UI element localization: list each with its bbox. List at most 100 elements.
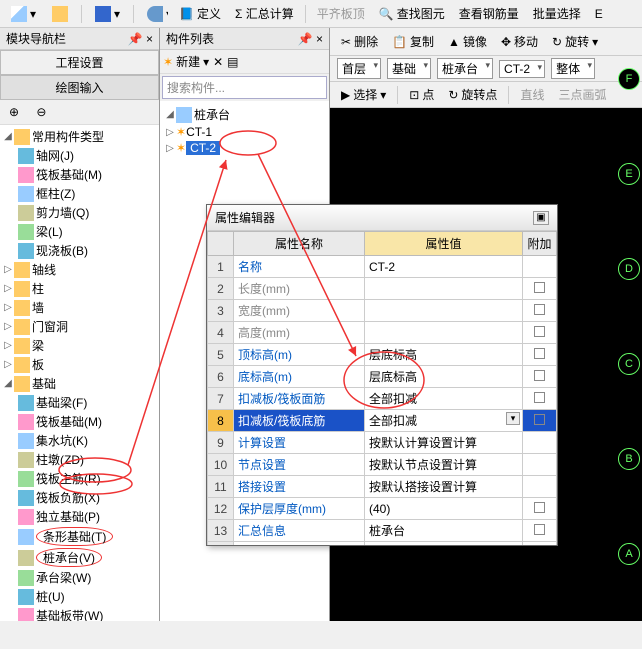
tree-item[interactable]: 基础板带(W): [36, 607, 103, 621]
property-row[interactable]: 6底标高(m)层底标高: [208, 366, 557, 388]
property-value[interactable]: [364, 278, 522, 300]
property-add[interactable]: [523, 300, 557, 322]
mirror-button[interactable]: ▲镜像: [441, 30, 494, 53]
find-element-button[interactable]: 🔍查找图元: [372, 2, 452, 25]
property-add[interactable]: [523, 388, 557, 410]
nav-tool-1[interactable]: ⊕: [2, 102, 26, 122]
line-button[interactable]: 直线: [513, 83, 551, 106]
tree-group[interactable]: 墙: [32, 299, 44, 316]
property-row[interactable]: 4高度(mm): [208, 322, 557, 344]
save-button[interactable]: ▾: [88, 3, 127, 25]
list-more-button[interactable]: ▤: [227, 55, 238, 69]
property-add[interactable]: [523, 344, 557, 366]
property-row[interactable]: 1名称CT-2: [208, 256, 557, 278]
property-value[interactable]: 全部扣减: [364, 388, 522, 410]
expand-icon[interactable]: ▷: [2, 302, 14, 313]
copy-button[interactable]: 📋复制: [385, 30, 441, 53]
pin-icon[interactable]: 📌 ×: [298, 32, 323, 46]
tree-item[interactable]: 筏板主筋(R): [36, 470, 101, 487]
component-combo[interactable]: CT-2: [499, 60, 545, 78]
checkbox[interactable]: [534, 282, 545, 293]
property-row[interactable]: 9计算设置按默认计算设置计算: [208, 432, 557, 454]
property-add[interactable]: [523, 454, 557, 476]
property-row[interactable]: 12保护层厚度(mm)(40): [208, 498, 557, 520]
point-button[interactable]: ⊡点: [402, 83, 441, 106]
rotate-button[interactable]: ↻旋转 ▾: [545, 30, 605, 53]
property-value[interactable]: 层底标高: [364, 366, 522, 388]
property-row[interactable]: 3宽度(mm): [208, 300, 557, 322]
dialog-titlebar[interactable]: 属性编辑器 ▣: [207, 205, 557, 231]
delete-button[interactable]: ✂删除: [334, 30, 385, 53]
checkbox[interactable]: [534, 348, 545, 359]
property-value[interactable]: 层底标高: [364, 344, 522, 366]
checkbox[interactable]: [534, 414, 545, 425]
property-value[interactable]: 按默认计算设置计算: [364, 432, 522, 454]
tree-group[interactable]: 板: [32, 356, 44, 373]
tab-draw-input[interactable]: 绘图输入: [0, 75, 159, 100]
tree-group[interactable]: 轴线: [32, 261, 56, 278]
move-button[interactable]: ✥移动: [494, 30, 545, 53]
property-add[interactable]: [523, 476, 557, 498]
property-row[interactable]: 5顶标高(m)层底标高: [208, 344, 557, 366]
property-value[interactable]: 按默认节点设置计算: [364, 454, 522, 476]
expand-icon[interactable]: ▷: [2, 359, 14, 370]
category-combo[interactable]: 基础: [387, 58, 431, 79]
view-rebar-button[interactable]: 查看钢筋量: [452, 2, 526, 25]
checkbox[interactable]: [534, 370, 545, 381]
list-item[interactable]: CT-1: [186, 125, 212, 139]
lid-button[interactable]: E: [588, 4, 610, 24]
tree-item[interactable]: 柱墩(ZD): [36, 451, 84, 468]
tree-group[interactable]: 门窗洞: [32, 318, 68, 335]
property-value[interactable]: [364, 322, 522, 344]
property-value[interactable]: [364, 300, 522, 322]
tree-item[interactable]: 筏板负筋(X): [36, 489, 100, 506]
property-row[interactable]: 10节点设置按默认节点设置计算: [208, 454, 557, 476]
list-root[interactable]: 桩承台: [194, 106, 230, 123]
property-row[interactable]: 13汇总信息桩承台: [208, 520, 557, 542]
arc-button[interactable]: 三点画弧: [551, 83, 613, 106]
tree-item[interactable]: 筏板基础(M): [36, 413, 102, 430]
property-value[interactable]: 桩承台: [364, 520, 522, 542]
tree-item[interactable]: 承台梁(W): [36, 569, 91, 586]
collapse-icon[interactable]: ◢: [2, 378, 14, 389]
select-button[interactable]: ▶选择 ▾: [334, 83, 393, 106]
expand-icon[interactable]: ▷: [2, 340, 14, 351]
property-row[interactable]: 11搭接设置按默认搭接设置计算: [208, 476, 557, 498]
collapse-icon[interactable]: ◢: [2, 131, 14, 142]
tree-item[interactable]: 独立基础(P): [36, 508, 100, 525]
tree-group[interactable]: 梁: [32, 337, 44, 354]
checkbox[interactable]: [534, 524, 545, 535]
tree-item[interactable]: 剪力墙(Q): [36, 204, 89, 221]
property-add[interactable]: [523, 366, 557, 388]
type-combo[interactable]: 桩承台: [437, 58, 493, 79]
checkbox[interactable]: [534, 392, 545, 403]
dialog-close-button[interactable]: ▣: [533, 211, 549, 225]
tree-item[interactable]: 框柱(Z): [36, 185, 75, 202]
tree-root[interactable]: 常用构件类型: [32, 128, 104, 145]
new-file-button[interactable]: ▾: [4, 3, 43, 25]
property-value[interactable]: CT-2: [364, 256, 522, 278]
tab-project-settings[interactable]: 工程设置: [0, 50, 159, 75]
view-combo[interactable]: 整体: [551, 58, 595, 79]
property-add[interactable]: [523, 278, 557, 300]
checkbox[interactable]: [534, 326, 545, 337]
property-row[interactable]: 8扣减板/筏板底筋全部扣减: [208, 410, 557, 432]
tree-group[interactable]: 柱: [32, 280, 44, 297]
property-row[interactable]: 2长度(mm): [208, 278, 557, 300]
expand-icon[interactable]: ▷: [2, 321, 14, 332]
list-delete-button[interactable]: ✕: [213, 55, 223, 69]
align-slab-button[interactable]: 平齐板顶: [310, 2, 372, 25]
tree-item[interactable]: 现浇板(B): [36, 242, 88, 259]
list-item-selected[interactable]: CT-2: [186, 141, 220, 155]
define-button[interactable]: 📘定义: [172, 2, 228, 25]
floor-combo[interactable]: 首层: [337, 58, 381, 79]
pin-icon[interactable]: 📌 ×: [128, 32, 153, 46]
property-add[interactable]: [523, 410, 557, 432]
checkbox[interactable]: [534, 502, 545, 513]
property-value[interactable]: (40): [364, 498, 522, 520]
batch-select-button[interactable]: 批量选择: [526, 2, 588, 25]
tree-item[interactable]: 桩(U): [36, 588, 65, 605]
new-component-button[interactable]: ✶新建 ▾: [163, 53, 209, 70]
tree-group-base[interactable]: 基础: [32, 375, 56, 392]
property-table[interactable]: 属性名称 属性值 附加 1名称CT-22长度(mm)3宽度(mm)4高度(mm)…: [207, 231, 557, 545]
